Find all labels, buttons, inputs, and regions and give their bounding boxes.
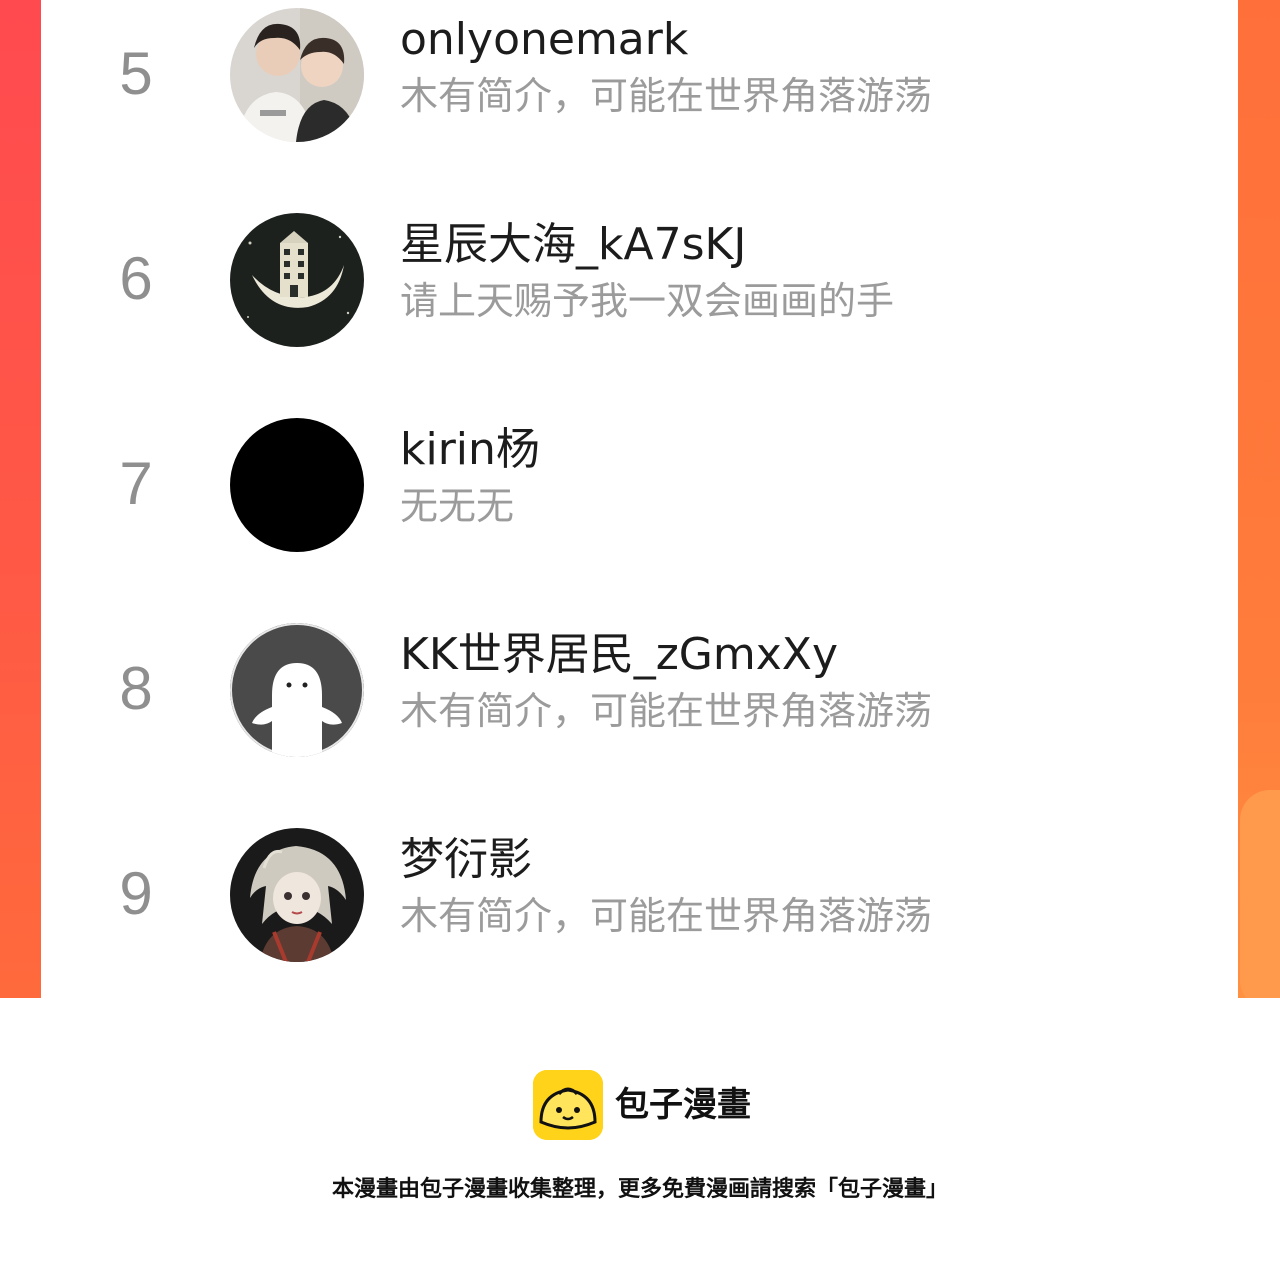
brand-name: 包子漫畫 — [615, 1085, 751, 1125]
footer-note: 本漫畫由包子漫畫收集整理，更多免費漫画請搜索「包子漫畫」 — [331, 1177, 948, 1202]
two-people-photo-avatar[interactable] — [230, 8, 364, 142]
user-bio: 木有简介，可能在世界角落游荡 — [400, 894, 933, 938]
rank-number: 6 — [119, 245, 153, 312]
black-circle-avatar[interactable] — [230, 418, 364, 552]
default-ghost-avatar[interactable] — [230, 623, 364, 757]
frame-glow — [1240, 790, 1280, 998]
user-bio: 请上天赐予我一双会画画的手 — [400, 279, 895, 323]
anime-girl-avatar[interactable] — [230, 828, 364, 962]
moon-house-avatar[interactable] — [230, 213, 364, 347]
user-name[interactable]: KK世界居民_zGmxXy — [400, 627, 838, 683]
bun-mascot-icon — [533, 1070, 603, 1140]
leaderboard-row[interactable]: 9 梦衍影 木有简介，可能在世界角落游荡 — [41, 820, 1238, 970]
footer: 包子漫畫 本漫畫由包子漫畫收集整理，更多免費漫画請搜索「包子漫畫」 — [0, 998, 1280, 1281]
rank-number: 9 — [119, 860, 153, 927]
rank-number: 8 — [119, 655, 153, 722]
user-bio: 木有简介，可能在世界角落游荡 — [400, 689, 933, 733]
left-frame-border — [0, 0, 41, 998]
leaderboard-row[interactable]: 7 kirin杨 无无无 — [41, 410, 1238, 560]
user-name[interactable]: kirin杨 — [400, 422, 540, 478]
user-bio: 无无无 — [400, 484, 515, 528]
user-bio: 木有简介，可能在世界角落游荡 — [400, 74, 933, 118]
user-name[interactable]: 梦衍影 — [400, 832, 532, 888]
leaderboard-row[interactable]: 8 KK世界居民_zGmxXy 木有简介，可能在世界角落游荡 — [41, 615, 1238, 765]
rank-number: 5 — [119, 40, 153, 107]
right-frame-border — [1238, 0, 1280, 998]
leaderboard-row[interactable]: 5 onlyonemark 木有简介，可能在世界角落游荡 — [41, 0, 1238, 150]
leaderboard-row[interactable]: 6 星辰大海_kA7sKJ 请上天赐予我一双会画画的手 — [41, 205, 1238, 355]
rank-number: 7 — [119, 450, 153, 517]
user-name[interactable]: onlyonemark — [400, 12, 688, 68]
user-name[interactable]: 星辰大海_kA7sKJ — [400, 217, 746, 273]
leaderboard-panel: 5 onlyonemark 木有简介，可能在世界角落游荡 6 星辰大海_kA7s… — [41, 0, 1238, 998]
